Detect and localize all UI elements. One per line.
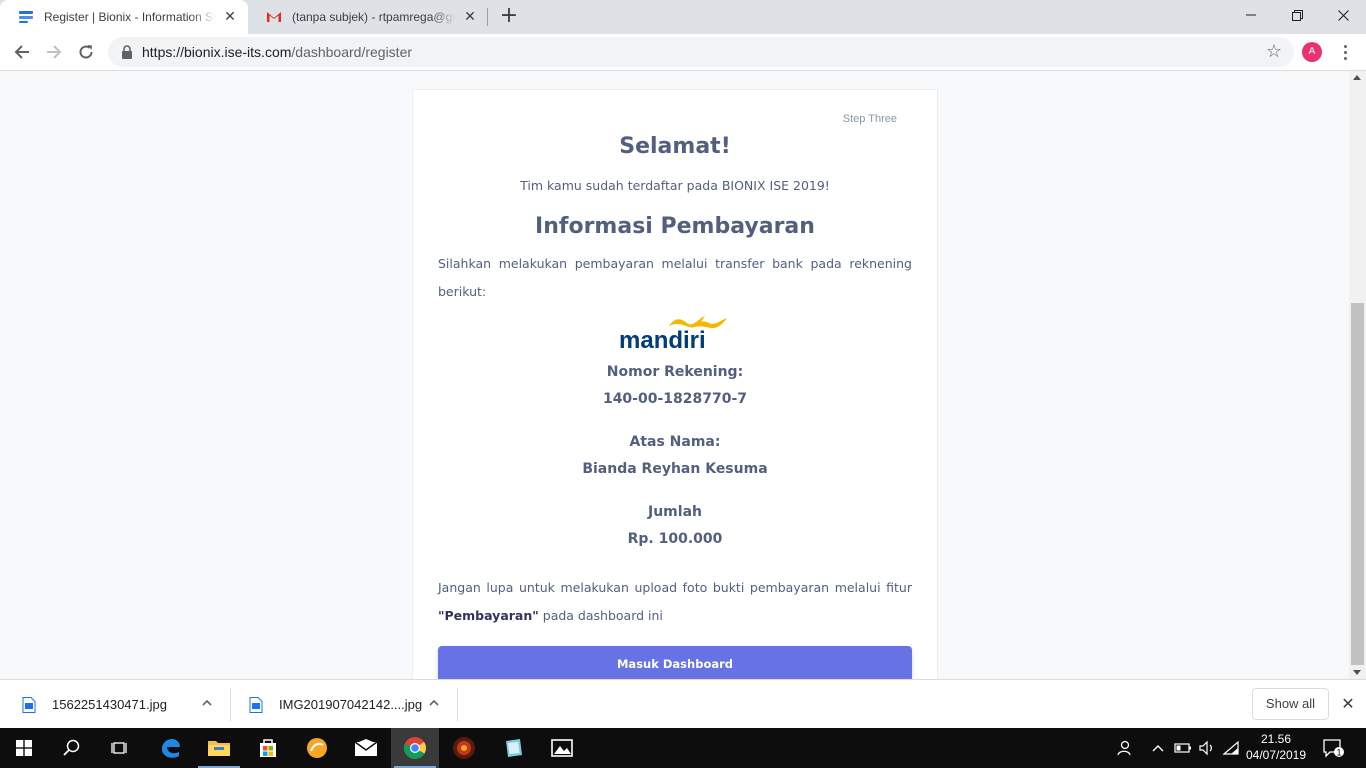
clock-time: 21.56 <box>1260 732 1292 746</box>
reload-button[interactable] <box>74 40 98 64</box>
bookmark-star-icon[interactable]: ☆ <box>1266 42 1282 62</box>
url-path: /dashboard/register <box>291 44 413 60</box>
back-button[interactable] <box>10 40 34 64</box>
download-item[interactable]: 1562251430471.jpg <box>22 680 230 729</box>
account-name-value: Bianda Reyhan Kesuma <box>582 461 768 477</box>
search-icon[interactable] <box>48 728 96 768</box>
page-scrollbar[interactable] <box>1349 71 1366 679</box>
step-label: Step Three <box>842 113 897 125</box>
upload-reminder: Jangan lupa untuk melakukan upload foto … <box>438 574 912 630</box>
page-viewport: Step Three Selamat! Tim kamu sudah terda… <box>0 71 1349 679</box>
window-close-button[interactable] <box>1320 0 1366 30</box>
payment-info-heading: Informasi Pembayaran <box>535 214 815 239</box>
tab-gmail[interactable]: (tanpa subjek) - rtpamrega@gma ✕ <box>248 0 488 34</box>
bionix-favicon-icon <box>18 9 34 25</box>
reminder-tail: pada dashboard ini <box>538 608 663 623</box>
lock-icon <box>122 45 132 59</box>
battery-icon[interactable] <box>1172 728 1194 768</box>
tab-title: (tanpa subjek) - rtpamrega@gma <box>292 10 456 24</box>
tab-strip: Register | Bionix - Information Sy ✕ (ta… <box>0 0 1366 34</box>
profile-avatar[interactable]: A <box>1302 42 1322 62</box>
tab-close-icon[interactable]: ✕ <box>462 9 478 25</box>
chevron-up-icon[interactable] <box>1148 728 1168 768</box>
photos-icon[interactable] <box>538 728 586 768</box>
system-clock[interactable]: 21.56 04/07/2019 <box>1244 731 1308 763</box>
registered-message: Tim kamu sudah terdaftar pada BIONIX ISE… <box>520 178 830 193</box>
reminder-text: Jangan lupa untuk melakukan upload foto … <box>438 580 912 595</box>
app-orange-icon[interactable] <box>293 728 341 768</box>
clock-date: 04/07/2019 <box>1245 748 1307 762</box>
scroll-thumb[interactable] <box>1351 303 1364 665</box>
browser-menu-icon[interactable] <box>1335 42 1355 62</box>
url-text: https://bionix.ise-its.com/dashboard/reg… <box>142 44 412 60</box>
url-host: https://bionix.ise-its.com <box>142 44 292 60</box>
tab-title: Register | Bionix - Information Sy <box>44 10 216 24</box>
edge-icon[interactable] <box>146 728 194 768</box>
amount-value: Rp. 100.000 <box>627 531 723 547</box>
tab-register[interactable]: Register | Bionix - Information Sy ✕ <box>0 0 248 34</box>
windows-start-icon[interactable] <box>0 728 48 768</box>
reminder-feature-name: "Pembayaran" <box>438 608 539 623</box>
scroll-up-arrow-icon[interactable] <box>1353 75 1361 80</box>
file-explorer-icon[interactable] <box>195 728 243 768</box>
download-item[interactable]: IMG201907042142....jpg <box>249 680 457 729</box>
download-separator <box>457 688 458 721</box>
show-all-downloads-button[interactable]: Show all <box>1252 688 1329 720</box>
restore-button[interactable] <box>1274 0 1320 30</box>
volume-icon[interactable] <box>1196 728 1218 768</box>
amount-label: Jumlah <box>648 504 702 520</box>
reload-icon <box>79 45 93 59</box>
payment-instruction: Silahkan melakukan pembayaran melalui tr… <box>438 256 912 299</box>
address-bar[interactable]: https://bionix.ise-its.com/dashboard/reg… <box>108 37 1294 67</box>
windows-taskbar: 21.56 04/07/2019 1 <box>0 728 1366 768</box>
mail-icon[interactable] <box>342 728 390 768</box>
action-center-icon[interactable]: 1 <box>1318 728 1348 768</box>
back-arrow-icon <box>14 45 29 59</box>
chevron-up-icon <box>429 699 439 706</box>
account-name-label: Atas Nama: <box>629 434 721 450</box>
notification-count-badge: 1 <box>1336 748 1341 758</box>
download-shelf: 1562251430471.jpg IMG201907042142....jpg… <box>0 679 1366 728</box>
gmail-icon <box>266 9 282 25</box>
forward-arrow-icon <box>47 45 62 59</box>
minimize-icon <box>1246 14 1256 16</box>
forward-button[interactable] <box>42 40 66 64</box>
new-tab-button[interactable]: + <box>497 5 521 29</box>
close-icon <box>1337 9 1349 21</box>
minimize-button[interactable] <box>1228 0 1274 30</box>
game-app-icon[interactable] <box>440 728 488 768</box>
tab-close-icon[interactable]: ✕ <box>222 9 238 25</box>
people-icon[interactable] <box>1112 728 1136 768</box>
scroll-down-arrow-icon[interactable] <box>1353 670 1361 675</box>
go-to-dashboard-button[interactable]: Masuk Dashboard <box>438 646 912 679</box>
download-separator <box>230 688 231 721</box>
download-filename: 1562251430471.jpg <box>52 697 167 712</box>
mandiri-logo-text: mandiri <box>619 327 706 350</box>
browser-toolbar: https://bionix.ise-its.com/dashboard/reg… <box>0 34 1366 71</box>
account-number-label: Nomor Rekening: <box>606 364 744 380</box>
task-view-icon[interactable] <box>96 728 144 768</box>
close-shelf-icon[interactable]: ✕ <box>1340 696 1356 712</box>
wifi-icon[interactable] <box>1220 728 1242 768</box>
account-number-value: 140-00-1828770-7 <box>602 391 748 407</box>
restore-icon <box>1291 9 1303 21</box>
mandiri-logo: mandiri <box>619 316 727 350</box>
congrats-heading: Selamat! <box>619 134 731 159</box>
registration-card: Step Three Selamat! Tim kamu sudah terda… <box>412 89 938 679</box>
image-file-icon <box>249 696 263 713</box>
image-file-icon <box>22 696 36 713</box>
chevron-up-icon <box>202 699 212 706</box>
download-filename: IMG201907042142....jpg <box>279 697 423 712</box>
chrome-icon[interactable] <box>391 728 439 768</box>
tab-separator <box>487 8 488 26</box>
store-icon[interactable] <box>244 728 292 768</box>
notes-app-icon[interactable] <box>489 728 537 768</box>
